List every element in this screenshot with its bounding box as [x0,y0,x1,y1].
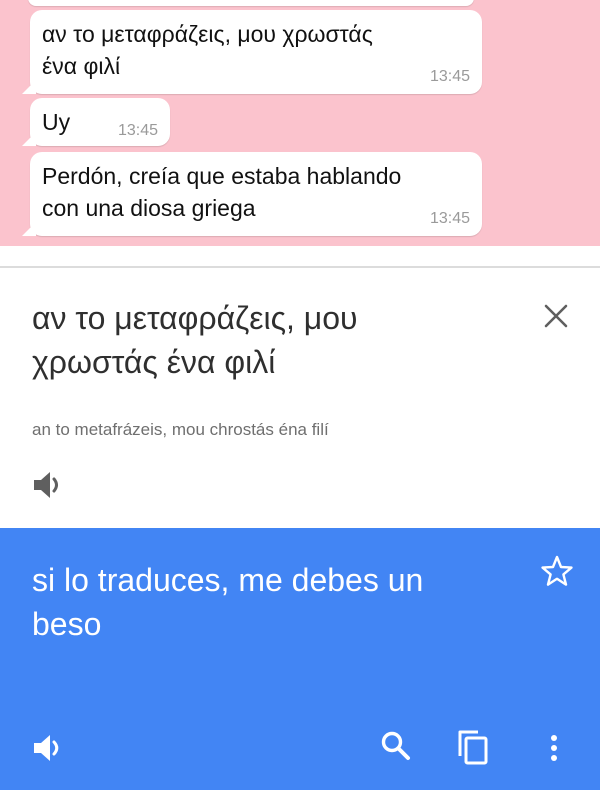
message-text-line: ένα φιλί [42,53,121,79]
speaker-icon [34,735,59,761]
chat-area: αν το μεταφράζεις, μου χρωστάς ένα φιλί … [0,0,600,246]
section-divider [0,266,600,268]
more-vert-icon [551,735,557,761]
source-text-line: χρωστάς ένα φιλί [32,344,276,380]
message-time: 13:45 [429,210,470,227]
star-icon [541,555,573,586]
save-star-button[interactable] [540,554,574,588]
message-time: 13:45 [429,68,470,85]
listen-source-button[interactable] [32,470,66,500]
source-text-line: αν το μεταφράζεις, μου [32,300,358,336]
message-text-line: con una diosa griega [42,195,256,221]
bottom-edge [0,790,600,799]
transliteration: an to metafrázeis, mou chrostás éna filí [32,420,329,439]
listen-translation-button[interactable] [32,732,68,764]
previous-message-bubble [28,0,474,6]
more-options-button[interactable] [540,732,568,764]
speaker-icon [34,472,58,498]
source-text[interactable]: αν το μεταφράζεις, μου χρωστάς ένα φιλί [32,296,512,384]
bubble-tail [22,80,36,94]
search-icon [381,731,410,760]
translated-text-line: si lo traduces, me debes un [32,562,424,598]
translated-text[interactable]: si lo traduces, me debes un beso [32,558,492,646]
chat-message[interactable]: αν το μεταφράζεις, μου χρωστάς ένα φιλί … [22,10,482,94]
bubble-tail [22,222,36,236]
message-time: 13:45 [117,122,158,139]
chat-message[interactable]: Perdón, creía que estaba hablando con un… [22,152,482,236]
copy-button[interactable] [456,728,490,766]
chat-message[interactable]: Uy 13:45 [22,98,170,146]
translation-result: si lo traduces, me debes un beso [0,528,600,790]
close-button[interactable] [540,300,572,332]
search-button[interactable] [380,730,412,762]
message-text-line: αν το μεταφράζεις, μου χρωστάς [42,21,373,47]
copy-icon [458,730,488,765]
message-text-line: Perdón, creía que estaba hablando [42,163,402,189]
bubble-tail [22,132,36,146]
close-icon [544,304,568,328]
translated-text-line: beso [32,606,102,642]
